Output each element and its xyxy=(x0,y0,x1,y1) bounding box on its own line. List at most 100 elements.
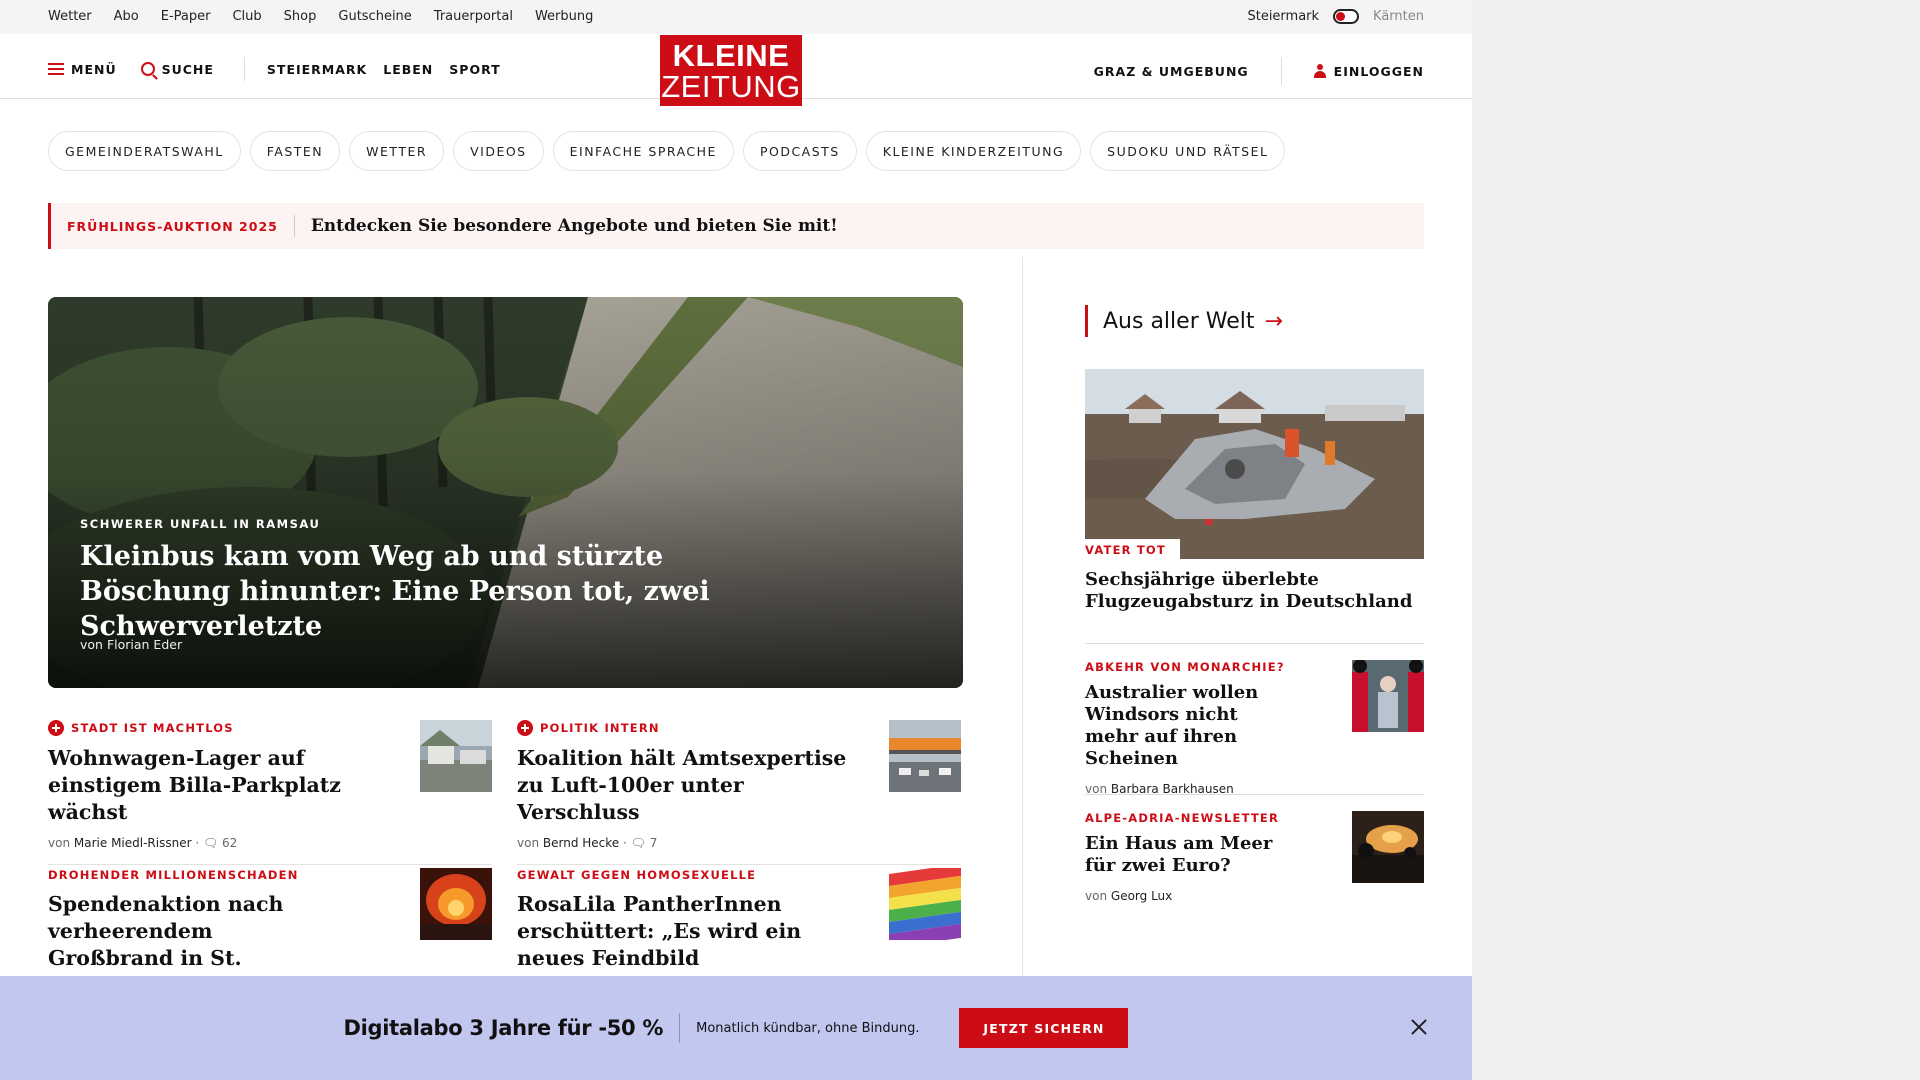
nav-section-sport[interactable]: SPORT xyxy=(449,62,500,77)
utility-link-werbung[interactable]: Werbung xyxy=(535,9,593,24)
lead-article-image[interactable] xyxy=(1085,369,1424,559)
comment-count: 62 xyxy=(222,836,238,850)
article-author: Bernd Hecke xyxy=(542,836,620,850)
article-title: Koalition hält Amtsexpertise zu Luft-100… xyxy=(517,746,847,824)
pill-sudoku[interactable]: SUDOKU UND RÄTSEL xyxy=(1090,131,1286,171)
arrow-right-icon: → xyxy=(1264,308,1283,334)
article-author: Marie Miedl-Rissner xyxy=(73,836,192,850)
promo-label: FRÜHLINGS-AUKTION 2025 xyxy=(67,218,278,234)
article-meta: von Georg Lux xyxy=(1085,889,1424,903)
article-kicker-text: GEWALT GEGEN HOMOSEXUELLE xyxy=(517,868,757,882)
subscription-banner: Digitalabo 3 Jahre für -50 % Monatlich k… xyxy=(0,976,1472,1080)
plus-icon xyxy=(517,720,533,736)
utility-link-gutscheine[interactable]: Gutscheine xyxy=(338,9,411,24)
search-icon xyxy=(140,62,155,76)
logo-line1: KLEINE xyxy=(672,38,790,73)
author-prefix: von xyxy=(48,836,71,850)
site-logo[interactable]: KLEINE ZEITUNG xyxy=(660,35,802,106)
region-steiermark[interactable]: Steiermark xyxy=(1247,9,1319,24)
article-meta: von Bernd Hecke · 🗨 7 xyxy=(517,836,658,850)
nav-right: GRAZ & UMGEBUNG EINLOGGEN xyxy=(1094,57,1424,85)
article-card[interactable]: POLITIK INTERN Koalition hält Amtsexpert… xyxy=(517,720,961,865)
article-meta: von Marie Miedl-Rissner · 🗨 62 xyxy=(48,836,238,850)
author-prefix: von xyxy=(1085,889,1108,903)
banner-cta-button[interactable]: JETZT SICHERN xyxy=(959,1008,1129,1048)
search-label: SUCHE xyxy=(161,61,214,77)
hero-title: Kleinbus kam vom Weg ab und stürzte Bösc… xyxy=(80,541,710,642)
promo-text: Entdecken Sie besondere Angebote und bie… xyxy=(310,216,838,236)
hero-article[interactable]: SCHWERER UNFALL IN RAMSAU Kleinbus kam v… xyxy=(48,297,963,688)
section-heading-text: Aus aller Welt xyxy=(1103,308,1255,334)
utility-link-abo[interactable]: Abo xyxy=(114,9,139,24)
logo-line2: ZEITUNG xyxy=(661,69,801,104)
lead-article-tag: VATER TOT xyxy=(1085,539,1180,559)
divider xyxy=(1085,643,1424,644)
hamburger-icon xyxy=(48,63,64,75)
pill-einfache-sprache[interactable]: EINFACHE SPRACHE xyxy=(552,131,734,171)
promo-bar[interactable]: FRÜHLINGS-AUKTION 2025 Entdecken Sie bes… xyxy=(48,203,1424,249)
region-kaernten[interactable]: Kärnten xyxy=(1373,9,1424,24)
plus-icon xyxy=(48,720,64,736)
region-link[interactable]: GRAZ & UMGEBUNG xyxy=(1094,64,1249,79)
banner-divider xyxy=(679,1013,681,1043)
menu-button[interactable]: MENÜ xyxy=(48,62,117,77)
comment-count: 7 xyxy=(649,836,658,850)
article-thumbnail xyxy=(420,720,492,792)
nav-divider xyxy=(243,57,245,81)
article-kicker-text: DROHENDER MILLIONENSCHADEN xyxy=(48,868,299,882)
author-prefix: von xyxy=(517,836,540,850)
hero-kicker: SCHWERER UNFALL IN RAMSAU xyxy=(80,517,321,531)
article-thumbnail xyxy=(1352,660,1424,732)
article-thumbnail xyxy=(889,868,961,940)
search-button[interactable]: SUCHE xyxy=(140,61,214,77)
article-thumbnail xyxy=(1352,811,1424,883)
menu-label: MENÜ xyxy=(71,61,117,77)
utility-link-trauerportal[interactable]: Trauerportal xyxy=(434,9,513,24)
utility-link-club[interactable]: Club xyxy=(232,9,261,24)
section-heading-aus-aller-welt[interactable]: Aus aller Welt → xyxy=(1085,305,1283,337)
pill-gemeinderatswahl[interactable]: GEMEINDERATSWAHL xyxy=(48,131,241,171)
utility-link-shop[interactable]: Shop xyxy=(284,9,317,24)
column-divider xyxy=(1022,257,1023,997)
article-author: Georg Lux xyxy=(1110,889,1173,903)
article-kicker-text: STADT IST MACHTLOS xyxy=(71,721,234,735)
region-toggle[interactable] xyxy=(1333,9,1360,24)
login-label: EINLOGGEN xyxy=(1333,63,1424,79)
banner-headline: Digitalabo 3 Jahre für -50 % xyxy=(343,1016,664,1040)
pill-videos[interactable]: VIDEOS xyxy=(453,131,544,171)
list-item[interactable]: ABKEHR VON MONARCHIE? Australier wollen … xyxy=(1085,660,1424,796)
nav-section-steiermark[interactable]: STEIERMARK xyxy=(267,62,367,77)
nav-section-leben[interactable]: LEBEN xyxy=(383,62,433,77)
page: Wetter Abo E-Paper Club Shop Gutscheine … xyxy=(0,0,1472,1080)
comment-icon: 🗨 xyxy=(202,836,219,850)
pill-kinderzeitung[interactable]: KLEINE KINDERZEITUNG xyxy=(865,131,1082,171)
login-button[interactable]: EINLOGGEN xyxy=(1313,63,1424,79)
pill-podcasts[interactable]: PODCASTS xyxy=(742,131,857,171)
nav-divider xyxy=(1280,57,1282,85)
utility-links: Wetter Abo E-Paper Club Shop Gutscheine … xyxy=(48,9,593,24)
pill-wetter[interactable]: WETTER xyxy=(349,131,445,171)
list-item[interactable]: ALPE-ADRIA-NEWSLETTER Ein Haus am Meer f… xyxy=(1085,811,1424,903)
page-background xyxy=(1472,0,1920,1080)
nav-left: MENÜ SUCHE STEIERMARK LEBEN SPORT xyxy=(48,57,501,81)
article-title: Wohnwagen-Lager auf einstigem Billa-Park… xyxy=(48,746,341,824)
banner-subtext: Monatlich kündbar, ohne Bindung. xyxy=(696,1020,920,1036)
lead-article-title[interactable]: Sechsjährige überlebte Flugzeugabsturz i… xyxy=(1085,569,1415,613)
utility-bar: Wetter Abo E-Paper Club Shop Gutscheine … xyxy=(0,0,1472,34)
article-kicker-text: POLITIK INTERN xyxy=(540,721,660,735)
comment-icon: 🗨 xyxy=(630,836,646,850)
hero-author: von Florian Eder xyxy=(80,637,183,652)
pill-fasten[interactable]: FASTEN xyxy=(249,131,341,171)
article-thumbnail xyxy=(420,868,492,940)
article-thumbnail xyxy=(889,720,961,792)
user-icon xyxy=(1313,64,1326,78)
utility-link-wetter[interactable]: Wetter xyxy=(48,9,92,24)
utility-link-epaper[interactable]: E-Paper xyxy=(161,9,211,24)
divider xyxy=(1085,794,1424,795)
article-card[interactable]: STADT IST MACHTLOS Wohnwagen-Lager auf e… xyxy=(48,720,492,865)
close-icon[interactable] xyxy=(1410,1018,1428,1036)
region-switch: Steiermark Kärnten xyxy=(1247,9,1424,24)
article-title: Ein Haus am Meer für zwei Euro? xyxy=(1085,833,1273,876)
article-title: Australier wollen Windsors nicht mehr au… xyxy=(1085,682,1259,769)
topic-pills: GEMEINDERATSWAHL FASTEN WETTER VIDEOS EI… xyxy=(48,131,1286,171)
